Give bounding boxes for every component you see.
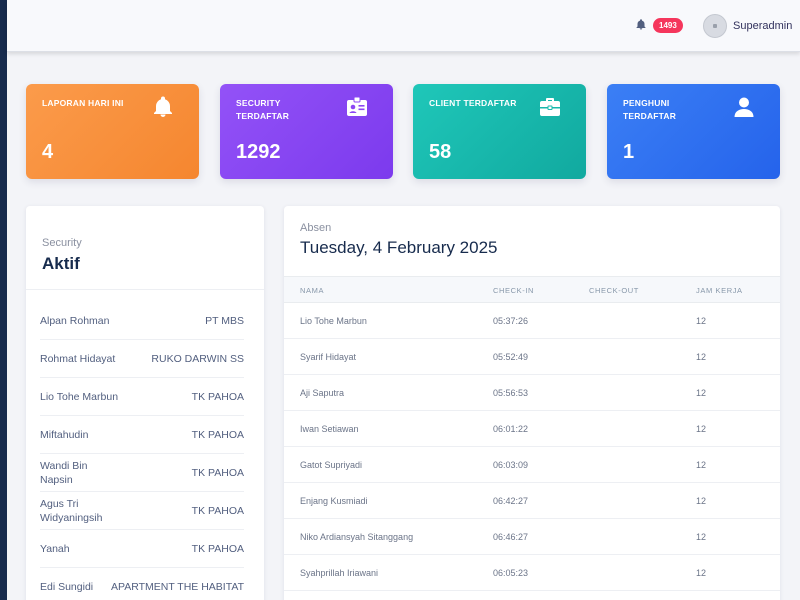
table-row[interactable]: Lio Tohe Marbun 05:37:26 12: [284, 303, 780, 339]
security-location: TK PAHOA: [191, 542, 244, 555]
security-location: TK PAHOA: [191, 466, 244, 479]
list-item[interactable]: Miftahudin TK PAHOA: [40, 416, 244, 454]
list-item[interactable]: Rohmat Hidayat RUKO DARWIN SS: [40, 340, 244, 378]
attendance-panel: Absen Tuesday, 4 February 2025 NAMA CHEC…: [284, 206, 780, 600]
table-header: NAMA CHECK-IN CHECK-OUT JAM KERJA: [284, 276, 780, 303]
cell-nama: Syahprillah Iriawani: [300, 568, 379, 578]
table-row[interactable]: Niko Ardiansyah Sitanggang 06:46:27 12: [284, 519, 780, 555]
security-name: Miftahudin: [40, 428, 89, 441]
cell-jam-kerja: 12: [696, 388, 707, 398]
column-header-check-out[interactable]: CHECK-OUT: [589, 286, 639, 295]
cell-jam-kerja: 12: [696, 424, 707, 434]
column-header-nama[interactable]: NAMA: [300, 286, 324, 295]
stat-value: 1: [623, 141, 635, 163]
security-location: TK PAHOA: [191, 504, 244, 517]
stat-value: 4: [42, 141, 54, 163]
security-name: Wandi Bin Napsin: [40, 459, 88, 486]
cell-check-in: 05:52:49: [493, 352, 529, 362]
bell-icon: [154, 96, 172, 117]
cell-jam-kerja: 12: [696, 352, 707, 362]
divider: [26, 289, 264, 290]
cell-nama: Aji Saputra: [300, 388, 345, 398]
cell-jam-kerja: 12: [696, 496, 707, 506]
stat-value: 1292: [236, 141, 281, 163]
cell-jam-kerja: 12: [696, 568, 707, 578]
cell-jam-kerja: 12: [696, 460, 707, 470]
security-name: Yanah: [40, 542, 70, 555]
cell-jam-kerja: 12: [696, 532, 707, 542]
cell-nama: Syarif Hidayat: [300, 352, 357, 362]
notification-badge[interactable]: 1493: [653, 18, 683, 33]
cell-check-in: 06:46:27: [493, 532, 529, 542]
table-row[interactable]: Enjang Kusmiadi 06:42:27 12: [284, 483, 780, 519]
security-location: PT MBS: [205, 314, 244, 327]
panel-title: Aktif: [42, 254, 80, 273]
list-item[interactable]: Alpan Rohman PT MBS: [40, 302, 244, 340]
stat-value: 58: [429, 141, 452, 163]
cell-check-in: 06:42:27: [493, 496, 529, 506]
username: Superadmin: [733, 20, 793, 32]
id-badge-icon: [347, 96, 367, 116]
list-item[interactable]: Wandi Bin Napsin TK PAHOA: [40, 454, 244, 492]
top-navbar: 1493 Superadmin: [7, 0, 800, 52]
stat-card-security[interactable]: SECURITY TERDAFTAR 1292: [220, 84, 393, 179]
stat-label: PENGHUNI TERDAFTAR: [623, 98, 677, 121]
cell-nama: Iwan Setiawan: [300, 424, 359, 434]
table-row[interactable]: Gatot Supriyadi 06:03:09 12: [284, 447, 780, 483]
attendance-table-body: Lio Tohe Marbun 05:37:26 12 Syarif Hidayat…: [284, 303, 780, 591]
cell-check-in: 06:03:09: [493, 460, 529, 470]
table-row[interactable]: Aji Saputra 05:56:53 12: [284, 375, 780, 411]
cell-nama: Lio Tohe Marbun: [300, 316, 367, 326]
cell-nama: Enjang Kusmiadi: [300, 496, 368, 506]
cell-check-in: 06:01:22: [493, 424, 529, 434]
stat-card-client[interactable]: CLIENT TERDAFTAR 58: [413, 84, 586, 179]
stat-label: LAPORAN HARI INI: [42, 98, 124, 108]
user-menu[interactable]: Superadmin: [703, 13, 792, 39]
security-location: TK PAHOA: [191, 390, 244, 403]
security-location: TK PAHOA: [191, 428, 244, 441]
table-row[interactable]: Syahprillah Iriawani 06:05:23 12: [284, 555, 780, 591]
security-name: Rohmat Hidayat: [40, 352, 116, 365]
cell-nama: Gatot Supriyadi: [300, 460, 363, 470]
cell-check-in: 05:56:53: [493, 388, 529, 398]
column-header-jam-kerja[interactable]: JAM KERJA: [696, 286, 743, 295]
cell-check-in: 05:37:26: [493, 316, 529, 326]
panel-subtitle: Absen: [300, 222, 332, 234]
cell-check-in: 06:05:23: [493, 568, 529, 578]
stat-label: SECURITY TERDAFTAR: [236, 98, 290, 121]
security-location: RUKO DARWIN SS: [151, 352, 244, 365]
security-active-panel: Security Aktif Alpan Rohman PT MBS Rohmat…: [26, 206, 264, 600]
security-name: Lio Tohe Marbun: [40, 390, 119, 403]
briefcase-icon: [540, 98, 560, 116]
stat-label: CLIENT TERDAFTAR: [429, 98, 517, 108]
sidebar-edge: [0, 0, 7, 600]
list-item[interactable]: Lio Tohe Marbun TK PAHOA: [40, 378, 244, 416]
avatar: [703, 14, 727, 38]
stat-card-laporan[interactable]: LAPORAN HARI INI 4: [26, 84, 199, 179]
column-header-check-in[interactable]: CHECK-IN: [493, 286, 534, 295]
user-icon: [734, 97, 754, 117]
list-item[interactable]: Yanah TK PAHOA: [40, 530, 244, 568]
panel-subtitle: Security: [42, 237, 82, 249]
security-name: Edi Sungidi: [40, 580, 94, 593]
attendance-date: Tuesday, 4 February 2025: [300, 238, 498, 257]
security-name: Agus Tri Widyaningsih: [40, 497, 103, 524]
table-row[interactable]: Syarif Hidayat 05:52:49 12: [284, 339, 780, 375]
notification-bell-icon[interactable]: [635, 18, 649, 32]
table-row[interactable]: Iwan Setiawan 06:01:22 12: [284, 411, 780, 447]
security-location: APARTMENT THE HABITAT: [110, 580, 244, 593]
cell-nama: Niko Ardiansyah Sitanggang: [300, 532, 414, 542]
list-item[interactable]: Agus Tri Widyaningsih TK PAHOA: [40, 492, 244, 530]
stat-card-penghuni[interactable]: PENGHUNI TERDAFTAR 1: [607, 84, 780, 179]
security-name: Alpan Rohman: [40, 314, 110, 327]
cell-jam-kerja: 12: [696, 316, 707, 326]
list-item[interactable]: Edi Sungidi APARTMENT THE HABITAT: [40, 568, 244, 600]
security-list: Alpan Rohman PT MBS Rohmat Hidayat RUKO DA…: [40, 302, 244, 600]
